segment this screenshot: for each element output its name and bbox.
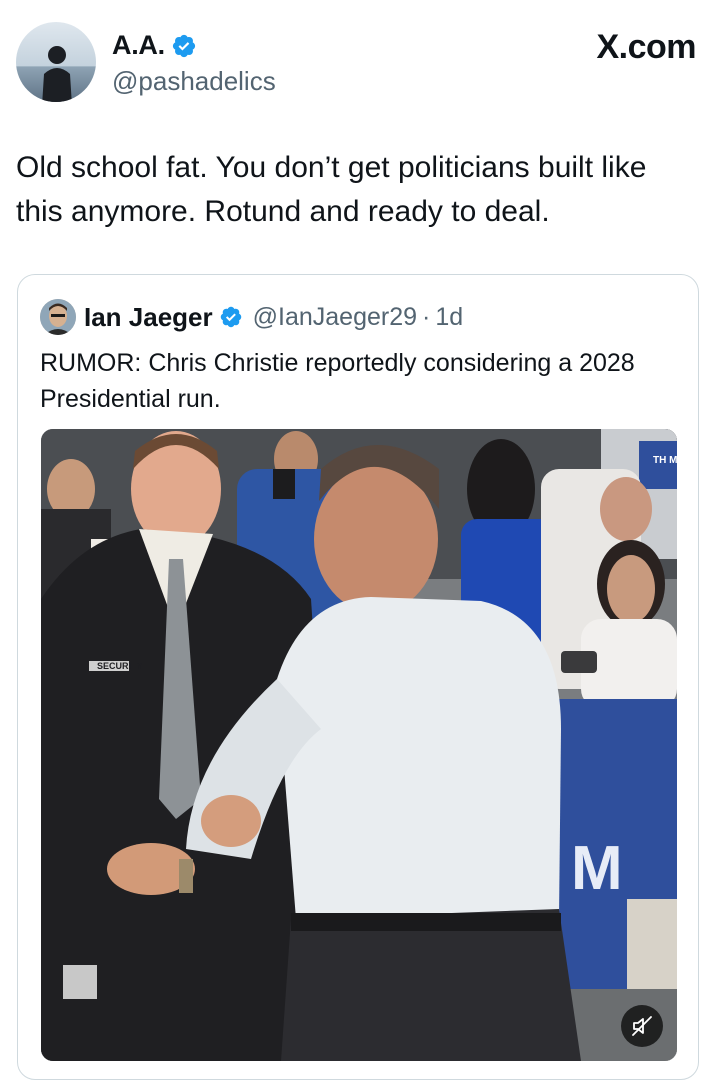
verified-badge-icon [172,34,195,57]
quoted-author-name[interactable]: Ian Jaeger [84,302,213,333]
banner-letter: M [571,834,623,903]
avatar-silhouette [42,46,72,102]
author-name[interactable]: A.A. [112,30,165,61]
quoted-tweet-text: RUMOR: Chris Christie reportedly conside… [40,349,635,413]
quoted-verified-badge-icon [220,306,241,328]
speaker-muted-icon [632,1016,652,1036]
quoted-author-handle[interactable]: @IanJaeger29 [253,303,417,332]
quoted-tweet-card[interactable]: Ian Jaeger @IanJaeger29 · 1d RUMOR: Chri… [17,274,699,1080]
author-name-row: A.A. [112,30,197,61]
corner-sign-text-1: TH MOS [653,455,677,466]
video-frame: TH MOS M [41,429,677,1061]
quoted-tweet-header: Ian Jaeger @IanJaeger29 · 1d [40,299,463,335]
quoted-author-avatar[interactable] [40,299,76,335]
quoted-avatar-face [40,299,76,335]
security-badge-text: SECURITY [97,661,143,671]
source-label: X.com [596,28,696,66]
mute-button[interactable] [621,1005,663,1047]
quoted-tweet-time[interactable]: 1d [435,303,463,332]
quoted-tweet-video[interactable]: TH MOS M [41,429,677,1061]
meta-separator: · [422,302,431,331]
tweet-text: Old school fat. You don’t get politician… [16,151,647,228]
author-handle[interactable]: @pashadelics [112,66,276,97]
tweet-header: A.A. @pashadelics X.com [16,22,700,104]
author-avatar[interactable] [16,22,96,102]
